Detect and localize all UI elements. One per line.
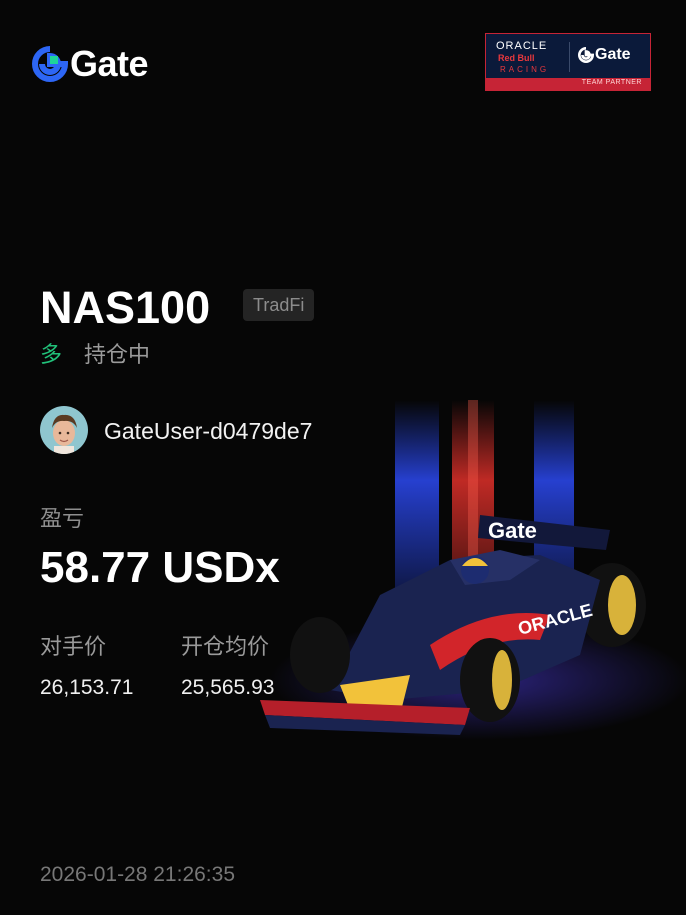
counterparty-price-label: 对手价 xyxy=(40,634,107,659)
brand-name: Gate xyxy=(70,43,149,84)
pnl-label: 盈亏 xyxy=(40,506,85,531)
partner-oracle-text: ORACLE xyxy=(496,40,548,52)
username: GateUser-d0479de7 xyxy=(104,418,313,444)
gate-logo-icon xyxy=(578,47,594,63)
market-tag: TradFi xyxy=(243,289,315,321)
avatar-image xyxy=(40,406,88,454)
share-card: Gate ORACLE Red Bull RACING Gate TEAM PA… xyxy=(0,0,686,915)
position-side: 多 xyxy=(40,342,63,367)
partner-strip-text: TEAM PARTNER xyxy=(581,79,642,86)
avatar xyxy=(40,406,88,454)
partner-divider xyxy=(569,42,570,72)
pnl-value: 58.77 USDx xyxy=(40,543,280,592)
f1-car-illustration: Gate ORACLE xyxy=(260,400,686,740)
team-partner-badge: ORACLE Red Bull RACING Gate TEAM PARTNER xyxy=(485,33,651,91)
partner-strip: TEAM PARTNER xyxy=(486,78,650,90)
timestamp: 2026-01-28 21:26:35 xyxy=(40,863,235,886)
gate-logo: Gate xyxy=(32,43,149,84)
symbol: NAS100 xyxy=(40,282,211,333)
partner-gate-logo: Gate xyxy=(578,46,631,64)
avg-open-price-value: 25,565.93 xyxy=(181,676,275,699)
counterparty-price-value: 26,153.71 xyxy=(40,676,134,699)
partner-racing-text: RACING xyxy=(500,65,550,74)
gate-logo-icon xyxy=(32,46,68,82)
avg-open-price-label: 开仓均价 xyxy=(181,634,270,659)
partner-redbull-text: Red Bull xyxy=(498,53,535,63)
position-status: 持仓中 xyxy=(84,342,151,367)
car-wing-gate-text: Gate xyxy=(488,518,537,543)
partner-gate-text: Gate xyxy=(595,46,631,63)
